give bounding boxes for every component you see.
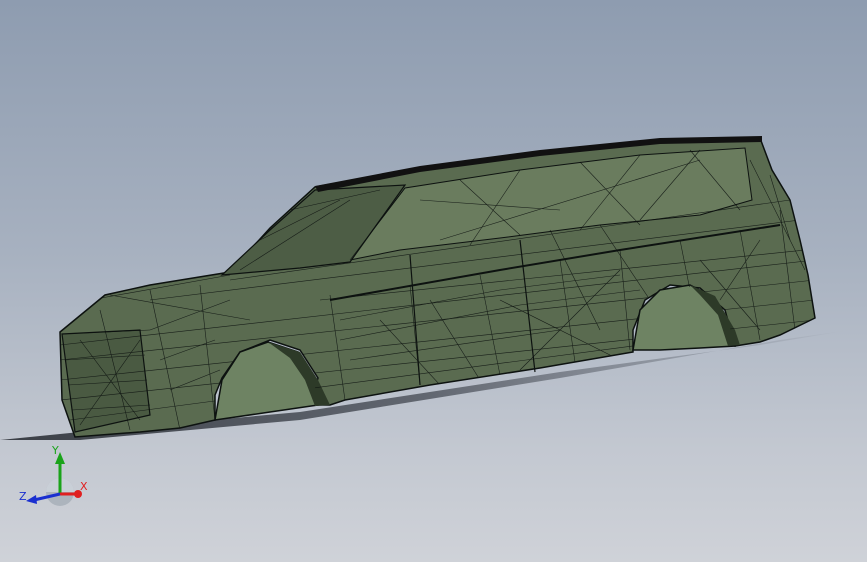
cad-viewport[interactable] [0,0,867,562]
z-axis-label: Z [19,490,27,503]
z-axis-arrow [26,495,37,504]
x-axis-label: X [80,480,88,493]
orientation-triad[interactable]: Y X Z [14,440,94,515]
front-grille [61,329,151,433]
y-axis-label: Y [51,444,59,457]
